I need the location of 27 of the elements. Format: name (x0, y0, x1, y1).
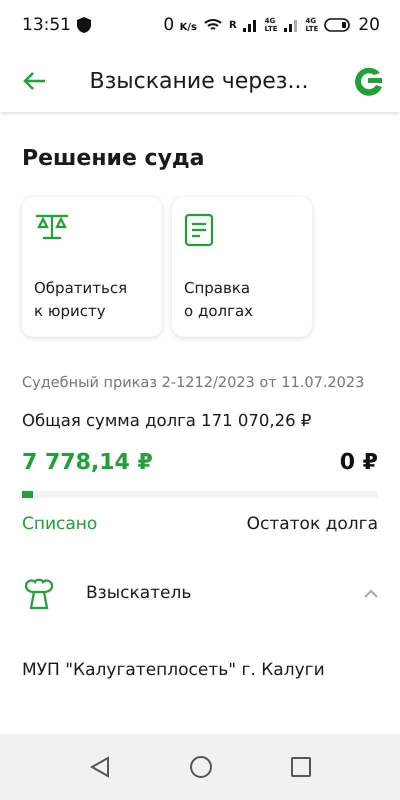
status-time: 13:51 (22, 15, 71, 35)
collector-title[interactable]: Взыскатель (86, 583, 334, 603)
recents-icon[interactable] (290, 756, 312, 778)
network-speed: 0 K/s (163, 15, 197, 35)
signal-icon (284, 18, 300, 32)
case-number: Судебный приказ 2-1212/2023 от 11.07.2023 (22, 375, 366, 391)
scales-icon (34, 213, 70, 241)
document-icon (184, 213, 214, 247)
collector-name: МУП "Калугатеплосеть" г. Калуги (22, 660, 326, 680)
paid-amount: 7 778,14 ₽ (22, 450, 153, 475)
action-card[interactable]: Справка о долгах (172, 197, 312, 337)
remaining-amount: 0 ₽ (340, 450, 378, 475)
total-debt: Общая сумма долга 171 070,26 ₽ (22, 411, 312, 430)
home-icon[interactable] (188, 755, 213, 779)
logo-icon (352, 65, 384, 97)
roaming-indicator: R (228, 20, 237, 30)
remaining-label: Остаток долга (246, 514, 378, 534)
battery-level: 20 (358, 15, 380, 35)
signal-icon (242, 18, 259, 32)
page-title: Взыскание через... (88, 68, 310, 94)
emblem-icon (22, 576, 56, 610)
section-title: Решение суда (22, 146, 206, 171)
shield-icon (77, 17, 91, 33)
back-arrow-icon[interactable] (22, 71, 46, 91)
action-card[interactable]: Обратиться к юристу (22, 197, 162, 337)
paid-label: Списано (22, 514, 98, 534)
battery-icon (324, 18, 352, 32)
